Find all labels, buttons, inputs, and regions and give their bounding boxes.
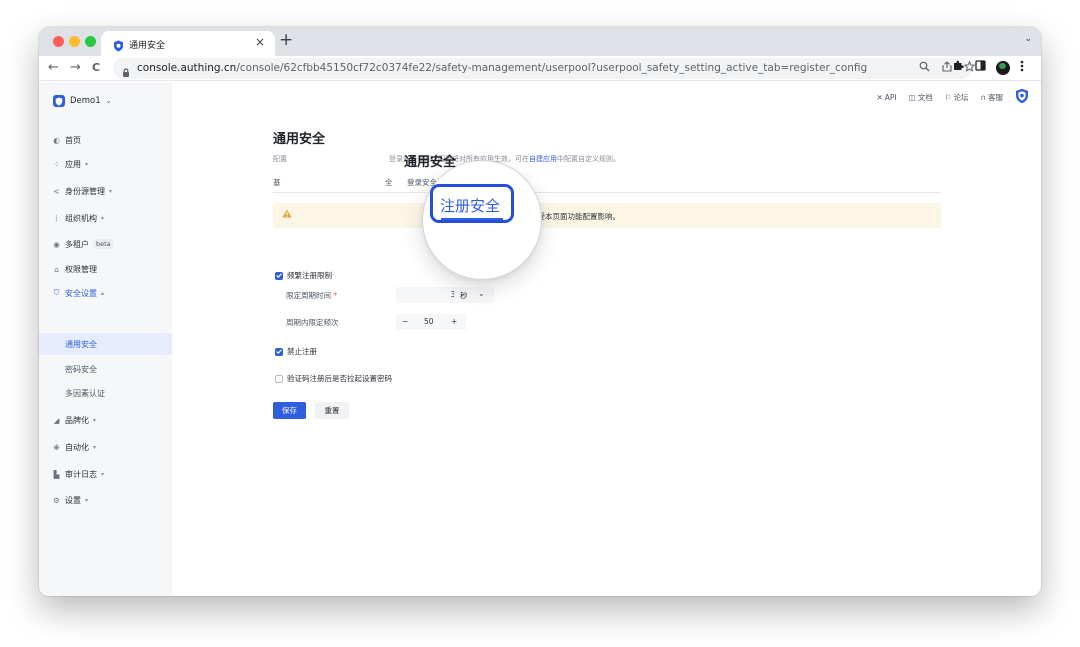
- permission-icon: ⌂: [54, 264, 59, 274]
- sidebar-item-password-security[interactable]: 密码安全: [39, 358, 172, 380]
- verify-code-password-checkbox[interactable]: 验证码注册后是否拉起设置密码: [275, 373, 392, 384]
- shield-icon: [113, 37, 124, 56]
- security-tabs: 基 全 登录安全: [273, 174, 941, 193]
- tab-basic-security[interactable]: 基: [273, 177, 281, 188]
- tab-register-security[interactable]: 注册安全: [430, 184, 514, 223]
- sidebar-item-automation[interactable]: ❋ 自动化 ▾: [39, 436, 172, 458]
- sidebar-item-settings[interactable]: ⚙ 设置 ▾: [39, 489, 172, 511]
- tab-search-icon[interactable]: ⌄: [1024, 34, 1032, 44]
- multi-tenant-icon: ◉: [53, 239, 60, 249]
- expand-arrow-icon: ▾: [109, 187, 113, 195]
- more-menu-icon[interactable]: [1020, 60, 1024, 75]
- frequency-label: 周期内限定频次: [286, 318, 339, 327]
- period-unit-select[interactable]: 秒 ⌄: [454, 287, 494, 303]
- frequency-value: 50: [424, 317, 434, 326]
- increment-button[interactable]: +: [451, 317, 457, 326]
- warning-alert: 定义安全功能，将不受本页面功能配置影响。: [273, 203, 941, 228]
- sidebar-item-identity-sources[interactable]: < 身份源管理 ▾: [39, 180, 172, 202]
- url-text: console.authing.cn/console/62cfbb45150cf…: [137, 62, 868, 74]
- forward-icon[interactable]: →: [70, 59, 81, 77]
- sidebar-item-multi-tenant[interactable]: ◉ 多租户 beta: [39, 233, 172, 255]
- expand-arrow-icon: ▾: [101, 214, 105, 222]
- organization-icon: ⵂ: [55, 213, 58, 223]
- chevron-down-icon: ⌄: [105, 97, 112, 105]
- share-icon[interactable]: [942, 61, 952, 76]
- expand-arrow-icon: ▾: [93, 443, 97, 451]
- sidebar-item-audit-log[interactable]: ▙ 审计日志 ▾: [39, 463, 172, 485]
- sidebar-item-branding[interactable]: ◢ 品牌化 ▾: [39, 409, 172, 431]
- side-panel-icon[interactable]: [975, 60, 986, 74]
- sidebar: Demo1 ⌄ ◐ 首页 ⁘ 应用 ▾ < 身份源管理 ▾ ⵂ 组织机构 ▾ ◉…: [39, 82, 172, 596]
- audit-log-icon: ▙: [53, 469, 60, 479]
- identity-source-icon: <: [53, 186, 60, 196]
- lock-icon: [122, 63, 130, 82]
- profile-avatar[interactable]: [996, 61, 1010, 75]
- warning-icon: [282, 209, 292, 220]
- project-name: Demo1: [70, 96, 101, 106]
- expand-arrow-icon: ▾: [85, 496, 89, 504]
- home-icon: ◐: [53, 135, 60, 145]
- beta-badge: beta: [93, 239, 114, 249]
- tab-password-security-partial[interactable]: 全: [385, 177, 393, 188]
- extensions-icon[interactable]: [953, 60, 964, 74]
- forbid-register-checkbox[interactable]: 禁止注册: [275, 346, 317, 357]
- frequency-stepper[interactable]: − 50 +: [396, 314, 466, 330]
- sidebar-item-mfa[interactable]: 多因素认证: [39, 382, 172, 404]
- browser-toolbar: ← → C console.authing.cn/console/62cfbb4…: [39, 56, 1041, 81]
- console-app: Demo1 ⌄ ◐ 首页 ⁘ 应用 ▾ < 身份源管理 ▾ ⵂ 组织机构 ▾ ◉…: [39, 82, 1041, 596]
- sidebar-item-permissions[interactable]: ⌂ 权限管理: [39, 258, 172, 280]
- bookmark-star-icon[interactable]: [963, 60, 976, 76]
- checkbox-checked-icon: [275, 271, 283, 280]
- project-switcher[interactable]: Demo1 ⌄: [53, 95, 112, 107]
- page-title: 通用安全: [273, 132, 326, 147]
- browser-tab[interactable]: 通用安全 ×: [101, 31, 275, 56]
- browser-window: 通用安全 × + ⌄ ← → C console.authing.cn/cons…: [39, 27, 1041, 596]
- reload-icon[interactable]: C: [92, 59, 100, 77]
- minimize-window-button[interactable]: [69, 36, 80, 47]
- decrement-button[interactable]: −: [402, 317, 408, 326]
- reset-button[interactable]: 重置: [315, 402, 349, 419]
- collapse-arrow-icon: ▴: [101, 289, 105, 297]
- zoom-icon[interactable]: [919, 61, 930, 76]
- settings-icon: ⚙: [53, 495, 60, 505]
- expand-arrow-icon: ▾: [101, 470, 105, 478]
- magnifier-callout: 通用安全 注册安全: [404, 155, 542, 280]
- sidebar-item-organization[interactable]: ⵂ 组织机构 ▾: [39, 207, 172, 229]
- active-tab-underline: [441, 218, 503, 220]
- tab-title: 通用安全: [129, 41, 166, 51]
- save-button[interactable]: 保存: [273, 402, 306, 419]
- checkbox-unchecked-icon: [275, 374, 283, 383]
- main-content: 通用安全 配置 登录安全规则。配置将对所有应用生效，可在自建应用中配置自定义规则。…: [172, 82, 1041, 596]
- automation-icon: ❋: [53, 442, 60, 452]
- new-tab-button[interactable]: +: [279, 30, 293, 50]
- frequent-register-checkbox[interactable]: 频繁注册限制: [275, 270, 332, 281]
- sidebar-item-security[interactable]: ⛉ 安全设置 ▴: [39, 282, 172, 304]
- self-built-app-link[interactable]: 自建应用: [529, 155, 557, 163]
- branding-icon: ◢: [53, 415, 60, 425]
- checkbox-checked-icon: [275, 347, 283, 356]
- maximize-window-button[interactable]: [85, 36, 96, 47]
- close-window-button[interactable]: [53, 36, 64, 47]
- expand-arrow-icon: ▾: [93, 416, 97, 424]
- back-icon[interactable]: ←: [48, 59, 59, 77]
- project-logo-icon: [53, 95, 65, 107]
- period-time-label: 限定周期时间 *: [286, 291, 338, 300]
- sidebar-item-apps[interactable]: ⁘ 应用 ▾: [39, 153, 172, 175]
- apps-icon: ⁘: [53, 159, 60, 169]
- tab-strip: 通用安全 × + ⌄: [39, 27, 1041, 56]
- chevron-down-icon: ⌄: [478, 289, 485, 298]
- sidebar-item-home[interactable]: ◐ 首页: [39, 129, 172, 151]
- close-tab-icon[interactable]: ×: [255, 35, 265, 49]
- security-icon: ⛉: [53, 288, 60, 297]
- magnified-title: 通用安全: [404, 155, 457, 170]
- sidebar-item-general-security[interactable]: 通用安全: [39, 333, 172, 355]
- address-bar[interactable]: console.authing.cn/console/62cfbb45150cf…: [113, 58, 976, 82]
- expand-arrow-icon: ▾: [85, 160, 89, 168]
